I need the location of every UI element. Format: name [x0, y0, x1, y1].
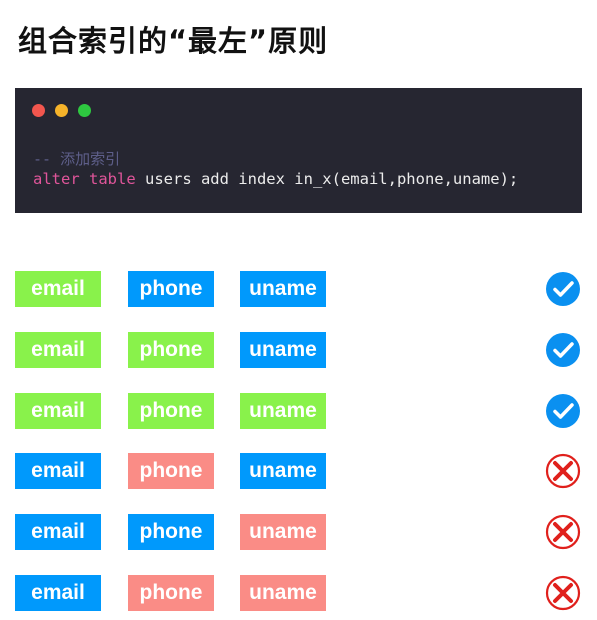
page-title: 组合索引的“最左”原则 — [18, 24, 329, 58]
field-tag-email: email — [15, 575, 101, 611]
field-tag-email: email — [15, 271, 101, 307]
field-tag-phone: phone — [128, 332, 214, 368]
maximize-dot-icon — [78, 104, 91, 117]
field-tag-uname: uname — [240, 332, 326, 368]
field-tag-uname: uname — [240, 514, 326, 550]
index-case-row: email phone uname — [0, 271, 597, 307]
field-tag-email: email — [15, 453, 101, 489]
field-tag-uname: uname — [240, 271, 326, 307]
code-rest: users add index in_x(email,phone,uname); — [135, 170, 519, 188]
field-tag-phone: phone — [128, 514, 214, 550]
check-circle-icon — [545, 332, 581, 368]
field-tag-email: email — [15, 332, 101, 368]
field-tag-phone: phone — [128, 453, 214, 489]
cross-circle-icon — [545, 514, 581, 550]
field-tag-email: email — [15, 393, 101, 429]
field-tag-uname: uname — [240, 453, 326, 489]
index-case-row: email phone uname — [0, 332, 597, 368]
minimize-dot-icon — [55, 104, 68, 117]
field-tag-email: email — [15, 514, 101, 550]
field-tag-phone: phone — [128, 393, 214, 429]
cross-circle-icon — [545, 453, 581, 489]
index-case-row: email phone uname — [0, 575, 597, 611]
close-dot-icon — [32, 104, 45, 117]
cross-circle-icon — [545, 575, 581, 611]
field-tag-uname: uname — [240, 393, 326, 429]
field-tag-phone: phone — [128, 575, 214, 611]
index-case-row: email phone uname — [0, 453, 597, 489]
code-statement: alter table users add index in_x(email,p… — [33, 170, 518, 188]
index-case-row: email phone uname — [0, 393, 597, 429]
check-circle-icon — [545, 271, 581, 307]
field-tag-uname: uname — [240, 575, 326, 611]
code-comment: -- 添加索引 — [33, 150, 121, 168]
check-circle-icon — [545, 393, 581, 429]
field-tag-phone: phone — [128, 271, 214, 307]
code-keyword: alter table — [33, 170, 136, 188]
index-case-row: email phone uname — [0, 514, 597, 550]
